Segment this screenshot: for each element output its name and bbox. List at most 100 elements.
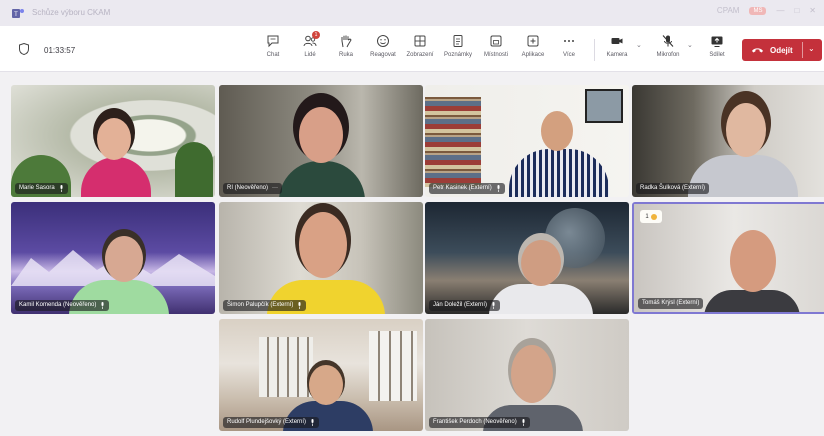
participant-name: Marie Sasora xyxy=(19,185,55,191)
participant-head xyxy=(511,345,553,403)
notes-button[interactable]: Poznámky xyxy=(437,34,479,66)
video-tile[interactable]: Ján Doležil (Externí) xyxy=(425,202,629,314)
org-label: CPAM xyxy=(716,6,740,15)
raise-hand-button[interactable]: Ruka xyxy=(325,34,367,66)
smiley-icon xyxy=(377,35,389,47)
shield-icon[interactable] xyxy=(19,43,29,55)
apps-label: Aplikace xyxy=(521,52,545,58)
participant-name: RI (Neověřeno) xyxy=(227,185,269,191)
people-notification-badge: 1 xyxy=(312,31,320,39)
microphone-label: Mikrofon xyxy=(656,52,680,58)
mic-icon xyxy=(492,302,495,309)
more-label: Více xyxy=(562,52,575,58)
toolbar-divider xyxy=(594,39,595,61)
mic-icon xyxy=(298,302,301,309)
participant-name: Kamil Komenda (Neověřeno) xyxy=(19,302,97,308)
mic-off-icon xyxy=(662,35,674,47)
video-tile[interactable]: Rudolf Plundejšovký (Externí) xyxy=(219,319,423,431)
share-button[interactable]: Sdílet xyxy=(696,34,738,66)
participant-head xyxy=(299,107,343,163)
video-tile[interactable]: Radka Šulková (Externí) xyxy=(632,85,824,197)
more-button[interactable]: Více xyxy=(548,34,590,66)
window-decoration xyxy=(369,331,417,401)
more-icon xyxy=(564,40,574,42)
participant-name-tag: Marie Sasora xyxy=(15,183,68,194)
mic-icon xyxy=(497,185,500,192)
teams-logo-icon: T xyxy=(12,9,24,18)
people-label: Lidé xyxy=(304,52,316,58)
leave-divider xyxy=(802,42,803,58)
view-button[interactable]: Zobrazení xyxy=(399,34,441,66)
chat-button[interactable]: Chat xyxy=(252,34,294,66)
participant-name-tag: Radka Šulková (Externí) xyxy=(636,183,710,194)
participant-name-tag: RI (Neověřeno) ··· xyxy=(223,183,283,194)
camera-button[interactable]: ⌄ Kamera xyxy=(596,34,642,66)
video-tile[interactable]: RI (Neověřeno) ··· xyxy=(219,85,423,197)
meeting-timer: 01:33:57 xyxy=(44,46,76,55)
participant-name: Tomáš Krýsl (Externí) xyxy=(642,300,700,306)
minimize-button[interactable]: — xyxy=(776,6,784,15)
video-tile[interactable]: František Perdoch (Neověřeno) xyxy=(425,319,629,431)
participant-head xyxy=(726,103,766,157)
leave-options-chevron-icon[interactable]: ⌄ xyxy=(808,44,815,53)
participant-name-tag: Tomáš Krýsl (Externí) xyxy=(638,298,704,309)
participant-name-tag: Petr Kasinek (Externí) xyxy=(429,183,505,194)
camera-label: Kamera xyxy=(606,52,628,58)
mic-icon xyxy=(522,419,525,426)
rooms-icon xyxy=(490,35,502,47)
view-grid-icon xyxy=(414,35,426,47)
participant-name-tag: František Perdoch (Neověřeno) xyxy=(429,417,530,428)
chat-icon xyxy=(267,35,279,48)
participant-name: Rudolf Plundejšovký (Externí) xyxy=(227,419,307,425)
rooms-button[interactable]: Místnosti xyxy=(475,34,517,66)
microphone-button[interactable]: ⌄ Mikrofon xyxy=(647,34,693,66)
notes-label: Poznámky xyxy=(443,52,472,58)
react-button[interactable]: Reagovat xyxy=(362,34,404,66)
video-tile[interactable]: Šimon Palupčík (Externí) xyxy=(219,202,423,314)
video-tile[interactable]: Kamil Komenda (Neověřeno) xyxy=(11,202,215,314)
meeting-toolbar: 01:33:57 Chat 1 Lidé Ruka Reagovat Zobra… xyxy=(0,26,824,72)
mic-icon xyxy=(101,302,104,309)
mic-icon xyxy=(60,185,63,192)
video-tile-active-speaker[interactable]: 1 Tomáš Krýsl (Externí) xyxy=(632,202,824,314)
hand-order-number: 1 xyxy=(645,213,649,220)
video-tile[interactable]: Petr Kasinek (Externí) xyxy=(425,85,629,197)
participant-name: Ján Doležil (Externí) xyxy=(433,302,488,308)
more-options-icon[interactable]: ··· xyxy=(272,183,278,194)
share-icon xyxy=(711,36,723,47)
participant-name: Radka Šulková (Externí) xyxy=(640,185,706,191)
participant-head xyxy=(521,240,561,286)
camera-icon xyxy=(611,38,623,44)
rooms-label: Místnosti xyxy=(483,52,508,58)
phone-hangup-icon xyxy=(752,48,763,53)
microphone-options-chevron-icon[interactable]: ⌄ xyxy=(687,41,693,49)
camera-options-chevron-icon[interactable]: ⌄ xyxy=(636,41,642,49)
video-stage: Marie Sasora RI (Neověřeno) ··· Petr Kas… xyxy=(0,72,824,436)
title-bar: T Schůze výboru CKAM CPAM MS — □ ✕ xyxy=(0,0,824,26)
participant-name: Šimon Palupčík (Externí) xyxy=(227,302,294,308)
svg-text:T: T xyxy=(14,12,18,18)
leave-label: Odejít xyxy=(770,45,793,55)
participant-name: Petr Kasinek (Externí) xyxy=(433,185,492,191)
participant-head xyxy=(309,365,343,405)
wall-picture xyxy=(585,89,623,123)
window-decoration xyxy=(259,337,313,397)
video-tile[interactable]: Marie Sasora xyxy=(11,85,215,197)
chat-label: Chat xyxy=(266,52,280,58)
notes-icon xyxy=(453,35,463,47)
participant-name-tag: Rudolf Plundejšovký (Externí) xyxy=(223,417,320,428)
close-button[interactable]: ✕ xyxy=(809,6,816,15)
participant-head xyxy=(299,212,347,278)
participant-head xyxy=(730,230,776,292)
teams-meeting-window: T Schůze výboru CKAM CPAM MS — □ ✕ 01:33… xyxy=(0,0,824,436)
participant-body xyxy=(704,290,800,312)
leave-button[interactable]: Odejít ⌄ xyxy=(742,39,822,61)
maximize-button[interactable]: □ xyxy=(794,6,799,15)
participant-head xyxy=(541,111,573,151)
account-badge[interactable]: MS xyxy=(749,6,767,15)
view-label: Zobrazení xyxy=(406,52,434,58)
participant-body xyxy=(489,284,593,314)
share-label: Sdílet xyxy=(709,52,725,58)
participant-name-tag: Ján Doležil (Externí) xyxy=(429,300,501,311)
participant-name-tag: Kamil Komenda (Neověřeno) xyxy=(15,300,110,311)
